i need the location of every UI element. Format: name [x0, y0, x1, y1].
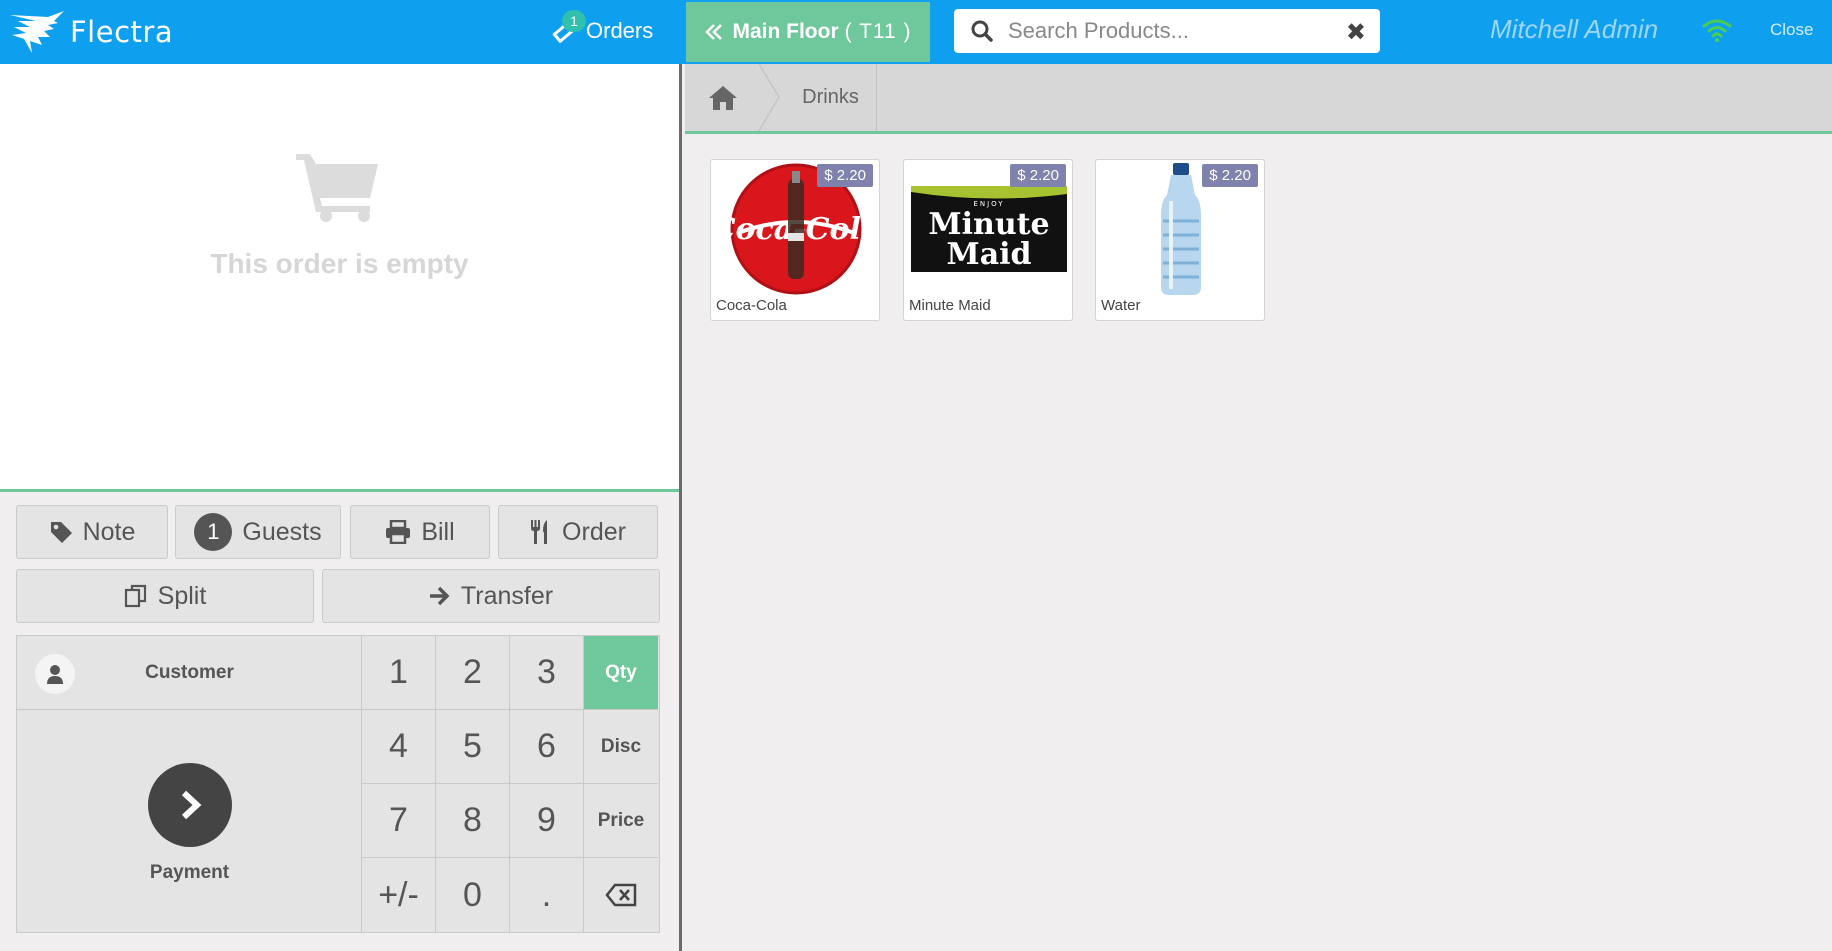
numpad-key-7[interactable]: 7	[362, 784, 436, 858]
wifi-status-icon	[1702, 19, 1732, 42]
backspace-icon	[605, 883, 637, 907]
split-button[interactable]: Split	[16, 569, 314, 623]
price-mode-button[interactable]: Price	[584, 784, 658, 858]
logo-text: Flectra	[70, 15, 174, 49]
numpad-key-4[interactable]: 4	[362, 710, 436, 784]
numpad-key-5[interactable]: 5	[436, 710, 510, 784]
product-card-coca-cola[interactable]: Coca-Cola $ 2.20 Coca-Cola	[710, 159, 880, 321]
product-card-minute-maid[interactable]: ENJOY Minute Maid $ 2.20 Minute Maid	[903, 159, 1073, 321]
transfer-label: Transfer	[460, 581, 554, 610]
numpad-key-9[interactable]: 9	[510, 784, 584, 858]
transfer-button[interactable]: Transfer	[322, 569, 660, 623]
customer-button[interactable]: Customer	[17, 636, 362, 710]
search-box: ✖	[954, 9, 1380, 53]
order-lines-area: This order is empty	[0, 64, 679, 492]
guests-count-badge: 1	[194, 513, 233, 551]
numpad-key-3[interactable]: 3	[510, 636, 584, 710]
order-label: Order	[562, 517, 626, 546]
order-button[interactable]: Order	[498, 505, 658, 559]
floor-back-button[interactable]: Main Floor ( T11 )	[686, 2, 930, 62]
orders-count-badge: 1	[562, 10, 586, 32]
payment-button[interactable]: Payment	[17, 710, 362, 932]
customer-label: Customer	[145, 661, 234, 683]
table-label: ( T11 )	[844, 20, 912, 43]
breadcrumb-separator	[758, 64, 780, 131]
products-pane: Drinks Coca-Cola $ 2.20 Coca-Cola ENJOY	[685, 64, 1832, 951]
hummingbird-logo-icon	[10, 11, 64, 53]
payment-label: Payment	[149, 862, 230, 883]
breadcrumb-drinks[interactable]: Drinks	[785, 64, 877, 131]
product-name: Minute Maid	[909, 297, 991, 314]
product-name: Water	[1101, 297, 1141, 314]
home-button[interactable]	[685, 64, 760, 131]
product-price: $ 2.20	[1010, 164, 1066, 187]
cutlery-icon	[530, 519, 552, 545]
qty-mode-button[interactable]: Qty	[584, 636, 658, 710]
numpad-key-dot[interactable]: .	[510, 858, 584, 932]
bill-label: Bill	[421, 517, 455, 546]
product-price: $ 2.20	[1202, 164, 1258, 187]
copy-icon	[124, 584, 148, 608]
home-icon	[708, 85, 737, 110]
guests-button[interactable]: 1 Guests	[175, 505, 341, 559]
svg-text:Maid: Maid	[946, 237, 1031, 272]
user-name[interactable]: Mitchell Admin	[1490, 14, 1658, 45]
numpad-key-plus-minus[interactable]: +/-	[362, 858, 436, 932]
product-card-water[interactable]: $ 2.20 Water	[1095, 159, 1265, 321]
bill-button[interactable]: Bill	[350, 505, 490, 559]
chevron-right-icon	[148, 763, 232, 847]
split-label: Split	[157, 581, 207, 610]
floor-name: Main Floor	[732, 20, 839, 43]
note-button[interactable]: Note	[16, 505, 168, 559]
product-name: Coca-Cola	[716, 297, 787, 314]
double-chevron-left-icon	[705, 24, 723, 40]
search-input[interactable]	[1008, 18, 1328, 44]
order-pane: This order is empty Note 1 Guests Bill O…	[0, 64, 682, 951]
printer-icon	[385, 520, 411, 544]
numpad-key-8[interactable]: 8	[436, 784, 510, 858]
note-label: Note	[82, 517, 136, 546]
flectra-logo: Flectra	[8, 6, 173, 58]
numpad-key-2[interactable]: 2	[436, 636, 510, 710]
numpad: Customer Payment 1 2 3 Qty 4 5 6 Disc 7 …	[16, 635, 660, 933]
product-price: $ 2.20	[817, 164, 873, 187]
ticket-icon: 1	[548, 10, 586, 46]
close-button[interactable]: Close	[1770, 20, 1813, 40]
clear-search-icon[interactable]: ✖	[1346, 18, 1366, 47]
numpad-key-6[interactable]: 6	[510, 710, 584, 784]
orders-button[interactable]: 1 Orders	[548, 8, 653, 54]
orders-label: Orders	[586, 18, 654, 43]
tag-icon	[49, 520, 73, 544]
backspace-button[interactable]	[584, 858, 658, 932]
arrow-right-icon	[429, 585, 451, 607]
guests-label: Guests	[242, 517, 322, 546]
search-icon	[971, 20, 993, 42]
numpad-key-1[interactable]: 1	[362, 636, 436, 710]
empty-order-message: This order is empty	[210, 248, 469, 279]
disc-mode-button[interactable]: Disc	[584, 710, 658, 784]
cart-icon	[296, 154, 378, 222]
breadcrumb: Drinks	[685, 64, 1832, 134]
top-bar: Flectra 1 Orders Main Floor ( T11 ) ✖	[0, 0, 1832, 64]
numpad-key-0[interactable]: 0	[436, 858, 510, 932]
